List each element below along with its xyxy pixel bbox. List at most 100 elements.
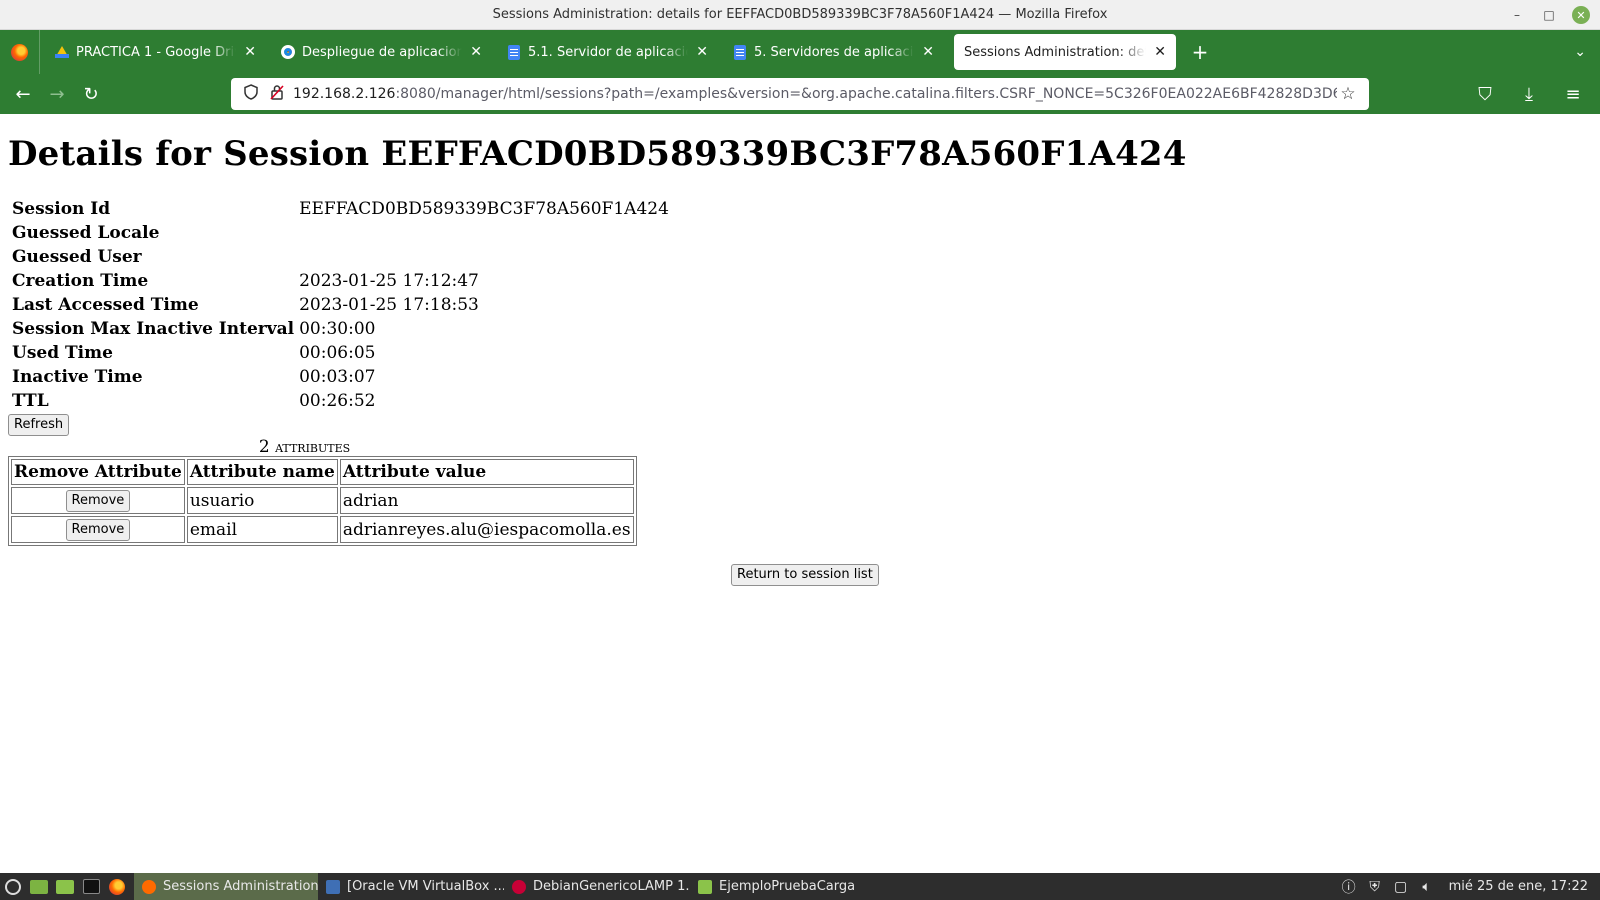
maximize-icon: □ <box>1543 8 1555 22</box>
minimize-button[interactable]: – <box>1508 6 1526 24</box>
arrow-right-icon: → <box>49 83 65 105</box>
tab-sessions-administration[interactable]: Sessions Administration: details for ✕ <box>954 34 1176 70</box>
clock[interactable]: mié 25 de ene, 17:22 <box>1449 879 1588 894</box>
volume-icon[interactable]: 🔈︎ <box>1417 879 1437 895</box>
taskbar-task-debian-vm[interactable]: DebianGenericoLAMP 1... <box>504 873 690 900</box>
page-title: Details for Session EEFFACD0BD589339BC3F… <box>8 134 1187 174</box>
folder-icon <box>698 879 712 894</box>
tab-close-icon[interactable]: ✕ <box>244 44 256 60</box>
pocket-button[interactable]: ⛉ <box>1468 77 1502 111</box>
window-icon[interactable]: ▢ <box>1391 879 1411 895</box>
firefox-icon <box>142 879 156 894</box>
attribute-name: email <box>186 516 338 543</box>
bookmark-star-icon[interactable]: ☆ <box>1337 84 1359 104</box>
terminal-icon <box>82 879 100 894</box>
maximize-button[interactable]: □ <box>1540 6 1558 24</box>
detail-row-creation-time: Creation Time 2023-01-25 17:12:47 <box>11 270 670 292</box>
terminal-launcher[interactable] <box>78 873 104 900</box>
tab-servidor-aplicaciones-5-1[interactable]: 5.1. Servidor de aplicaciones ✕ <box>496 34 718 70</box>
page-content: Details for Session EEFFACD0BD589339BC3F… <box>0 114 1600 873</box>
remove-cell: Remove <box>11 516 185 543</box>
firefox-launcher[interactable] <box>104 873 130 900</box>
attribute-value: adrianreyes.alu@iespacomolla.es <box>339 516 634 543</box>
tab-label: Despliegue de aplicaciones <box>302 44 463 60</box>
shield-icon[interactable]: ⛨ <box>1365 879 1385 895</box>
close-icon: ✕ <box>1576 8 1586 22</box>
shield-icon[interactable] <box>241 84 261 104</box>
google-docs-icon <box>506 44 521 60</box>
reload-button[interactable]: ↻ <box>74 77 108 111</box>
window-title: Sessions Administration: details for EEF… <box>492 7 1108 22</box>
tab-close-icon[interactable]: ✕ <box>1154 44 1166 60</box>
return-to-session-list-button[interactable]: Return to session list <box>731 564 879 586</box>
remove-attribute-button[interactable]: Remove <box>65 490 131 512</box>
detail-label: Guessed Locale <box>12 223 160 243</box>
taskbar-task-folder[interactable]: EjemploPruebaCarga <box>690 873 860 900</box>
update-manager-icon[interactable]: ⓘ <box>1339 877 1359 897</box>
new-tab-button[interactable]: + <box>1182 40 1218 64</box>
chevron-down-icon: ⌄ <box>1574 44 1586 60</box>
taskbar-task-firefox[interactable]: Sessions Administration... <box>134 873 318 900</box>
tab-label: 5. Servidores de aplicaciones <box>754 44 914 60</box>
task-label: Sessions Administration... <box>163 879 318 894</box>
detail-value: 00:06:05 <box>299 343 376 363</box>
detail-row-guessed-locale: Guessed Locale <box>11 222 670 244</box>
detail-label: TTL <box>12 391 49 411</box>
firefox-view-button[interactable] <box>0 30 40 74</box>
plus-icon: + <box>1191 40 1209 64</box>
tab-google-drive[interactable]: PRÁCTICA 1 - Google Drive ✕ <box>44 34 266 70</box>
tab-strip: PRÁCTICA 1 - Google Drive ✕ Despliegue d… <box>0 30 1600 74</box>
detail-row-ttl: TTL 00:26:52 <box>11 390 670 412</box>
files-launcher[interactable] <box>52 873 78 900</box>
attributes-table: Remove Attribute Attribute name Attribut… <box>8 456 637 546</box>
detail-row-used-time: Used Time 00:06:05 <box>11 342 670 364</box>
remove-attribute-button[interactable]: Remove <box>65 519 131 541</box>
detail-row-last-accessed-time: Last Accessed Time 2023-01-25 17:18:53 <box>11 294 670 316</box>
start-menu-button[interactable] <box>0 873 26 900</box>
detail-row-session-id: Session Id EEFFACD0BD589339BC3F78A560F1A4… <box>11 198 670 220</box>
detail-value <box>298 222 670 244</box>
close-window-button[interactable]: ✕ <box>1572 6 1590 24</box>
minimize-icon: – <box>1514 8 1520 22</box>
task-label: [Oracle VM VirtualBox ... <box>347 879 504 894</box>
refresh-button[interactable]: Refresh <box>8 414 70 436</box>
downloads-button[interactable]: ⤓ <box>1512 77 1546 111</box>
insecure-lock-icon[interactable] <box>267 84 287 104</box>
attribute-value: adrian <box>339 487 634 514</box>
window-titlebar: Sessions Administration: details for EEF… <box>0 0 1600 30</box>
debian-icon <box>512 879 526 894</box>
tab-despliegue[interactable]: Despliegue de aplicaciones ✕ <box>270 34 492 70</box>
column-header-remove: Remove Attribute <box>11 459 185 485</box>
table-row: Remove email adrianreyes.alu@iespacomoll… <box>11 516 634 543</box>
attribute-name: usuario <box>186 487 338 514</box>
firefox-icon <box>109 878 125 895</box>
tab-servidores-aplicaciones-5[interactable]: 5. Servidores de aplicaciones ✕ <box>722 34 944 70</box>
list-all-tabs-button[interactable]: ⌄ <box>1574 30 1586 74</box>
arrow-left-icon: ← <box>15 83 31 105</box>
tab-close-icon[interactable]: ✕ <box>470 44 482 60</box>
url-bar[interactable]: 192.168.2.126:8080/manager/html/sessions… <box>231 78 1369 110</box>
app-menu-button[interactable]: ≡ <box>1556 77 1590 111</box>
detail-value: 00:03:07 <box>299 367 376 387</box>
url-text: 192.168.2.126:8080/manager/html/sessions… <box>293 86 1337 102</box>
attributes-caption: 2 attributes <box>8 437 601 457</box>
tab-label: 5.1. Servidor de aplicaciones <box>528 44 688 60</box>
column-header-name: Attribute name <box>186 459 338 485</box>
detail-value: 2023-01-25 17:18:53 <box>299 295 479 315</box>
task-label: EjemploPruebaCarga <box>719 879 856 894</box>
url-host: 192.168.2.126 <box>293 86 396 102</box>
taskbar-task-virtualbox[interactable]: [Oracle VM VirtualBox ... <box>318 873 504 900</box>
remove-cell: Remove <box>11 487 185 514</box>
tab-close-icon[interactable]: ✕ <box>922 44 934 60</box>
forward-button[interactable]: → <box>40 77 74 111</box>
attributes-count: 2 <box>258 437 270 457</box>
mint-menu-icon <box>5 878 21 895</box>
back-button[interactable]: ← <box>6 77 40 111</box>
show-desktop-button[interactable] <box>26 873 52 900</box>
detail-row-max-inactive-interval: Session Max Inactive Interval 00:30:00 <box>11 318 670 340</box>
tab-close-icon[interactable]: ✕ <box>696 44 708 60</box>
detail-value: 00:30:00 <box>299 319 376 339</box>
firefox-icon <box>11 43 28 61</box>
detail-value: 2023-01-25 17:12:47 <box>299 271 479 291</box>
window-controls: – □ ✕ <box>1508 0 1590 30</box>
